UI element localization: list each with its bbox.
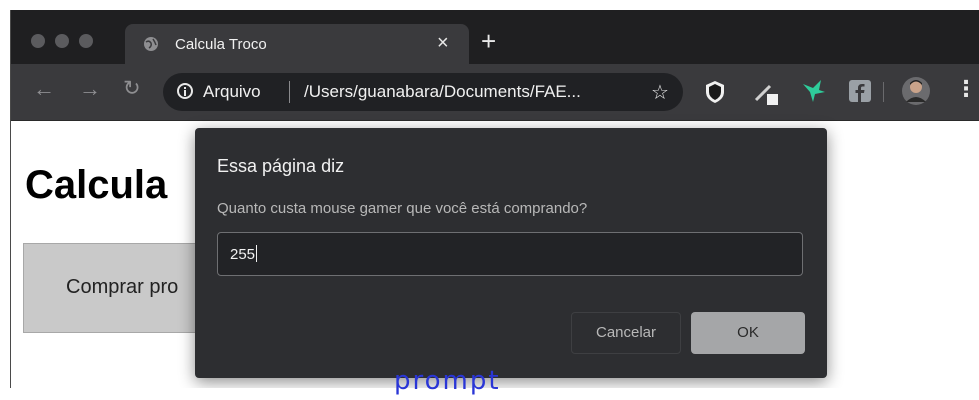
title-bar: Calcula Troco × + [11,10,979,64]
bookmark-star-icon[interactable]: ☆ [651,80,669,105]
prompt-input[interactable]: 255 [217,232,803,276]
new-tab-button[interactable]: + [481,28,496,54]
ok-button[interactable]: OK [691,312,805,354]
dialog-title: Essa página diz [217,156,345,176]
bird-extension-icon[interactable] [801,78,827,104]
info-icon[interactable] [177,83,193,99]
forward-arrow-icon[interactable]: → [79,78,101,100]
security-label: Arquivo [203,82,261,101]
address-url[interactable]: /Users/guanabara/Documents/FAE... [304,82,581,102]
text-caret [256,245,258,262]
tab-title: Calcula Troco [175,36,267,53]
address-separator [289,81,290,103]
browser-tab[interactable]: Calcula Troco × [125,24,469,64]
close-window-button[interactable] [31,34,45,48]
avatar[interactable] [901,76,931,106]
globe-icon [144,37,158,51]
prompt-dialog: Essa página diz Quanto custa mouse gamer… [195,128,827,378]
caption-label: prompt [394,366,501,396]
toolbar: ← → ↻ Arquivo /Users/guanabara/Documents… [11,64,979,121]
buy-product-label: Comprar pro [66,276,179,298]
back-arrow-icon[interactable]: ← [33,78,55,100]
shield-extension-icon[interactable] [704,80,726,104]
facebook-icon[interactable] [849,80,871,102]
cancel-button[interactable]: Cancelar [571,312,681,354]
minimize-window-button[interactable] [55,34,69,48]
eyedropper-extension-icon[interactable] [753,80,779,106]
menu-icon[interactable]: ⋮ [955,78,977,100]
browser-window: Calcula Troco × + ← → ↻ Arquivo /Users/g… [10,10,979,388]
prompt-input-value: 255 [230,246,256,263]
maximize-window-button[interactable] [79,34,93,48]
dialog-message: Quanto custa mouse gamer que você está c… [217,200,588,217]
address-bar[interactable]: Arquivo /Users/guanabara/Documents/FAE..… [163,73,683,111]
reload-icon[interactable]: ↻ [123,78,141,100]
page-title: Calcula [25,163,168,207]
close-icon[interactable]: × [437,33,449,53]
toolbar-separator [883,82,884,102]
